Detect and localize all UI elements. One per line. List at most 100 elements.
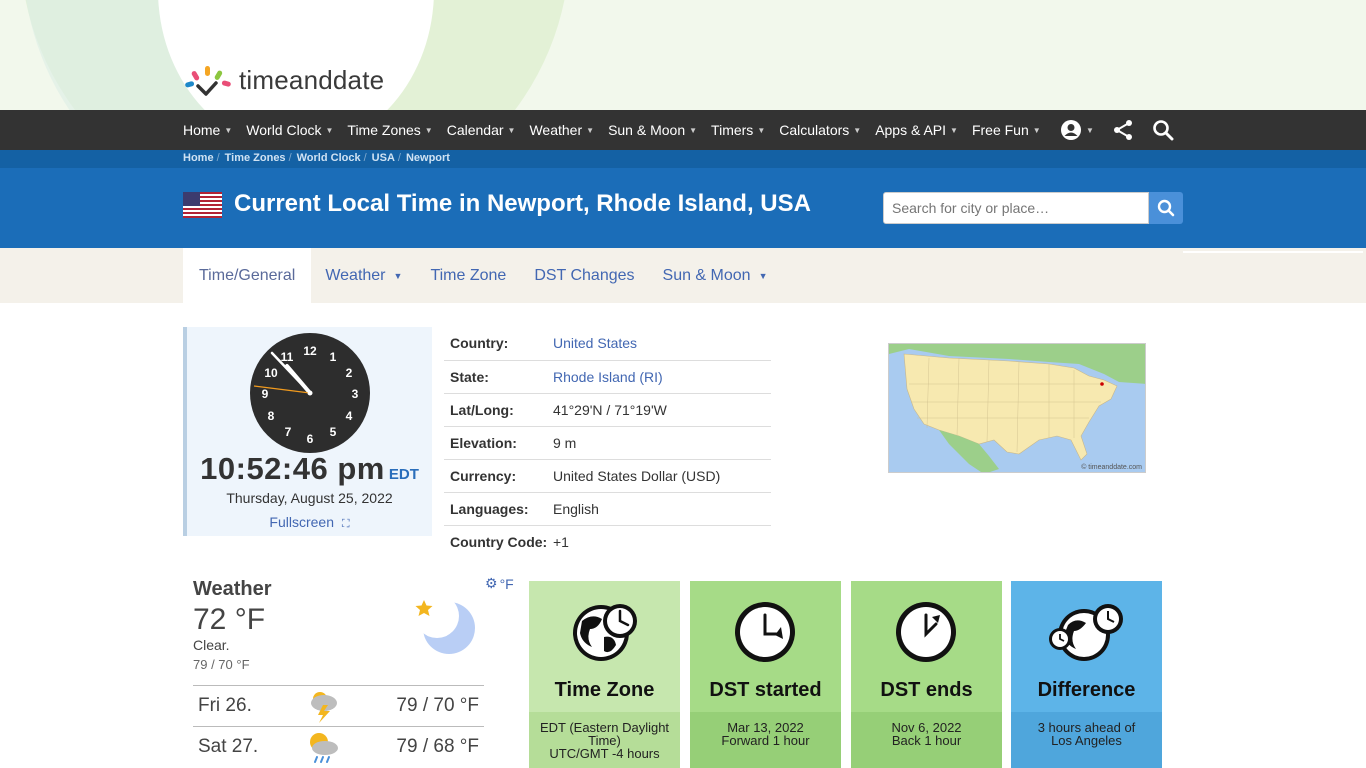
logo-text: timeanddate (239, 64, 385, 95)
breadcrumb-item-time-zones[interactable]: Time Zones / (225, 152, 297, 164)
nav-label: Calendar (446, 122, 504, 138)
table-row: Country: United States (444, 327, 771, 361)
chevron-down-icon: ▼ (393, 270, 403, 281)
sun-rain-icon (310, 733, 338, 763)
nav-item-weather[interactable]: Weather ▼ (529, 122, 594, 138)
nav-item-calculators[interactable]: Calculators ▼ (779, 122, 861, 138)
location-map[interactable]: © timeanddate.com (888, 343, 1146, 473)
tile-body: Nov 6, 2022 Back 1 hour (851, 712, 1002, 768)
tile-line: Back 1 hour (891, 733, 962, 748)
clock-numeral: 4 (346, 409, 353, 423)
info-label: Currency: (444, 459, 553, 493)
table-row: Elevation: 9 m (444, 426, 771, 460)
nav-item-apps-api[interactable]: Apps & API ▼ (875, 122, 958, 138)
forecast-temps: 79 / 70 °F (396, 695, 479, 716)
page-title: Current Local Time in Newport, Rhode Isl… (234, 190, 811, 217)
table-row: Country Code: +1 (444, 525, 771, 558)
info-value: 9 m (553, 426, 771, 460)
clock-numeral: 7 (285, 425, 292, 439)
thunderstorm-icon (311, 692, 337, 723)
nav-item-time-zones[interactable]: Time Zones ▼ (347, 122, 432, 138)
info-value: English (553, 492, 771, 526)
forecast-day: Fri 26. (198, 695, 252, 716)
search-icon[interactable] (1152, 119, 1174, 141)
tile-body: 3 hours ahead of Los Angeles (1011, 712, 1162, 768)
us-flag-icon (183, 192, 222, 218)
clock-back-icon (896, 602, 956, 662)
fullscreen-link[interactable]: Fullscreen ⛶ (187, 514, 432, 531)
tile-line: Forward 1 hour (721, 733, 810, 748)
nav-item-calendar[interactable]: Calendar ▼ (447, 122, 516, 138)
tab-weather[interactable]: Weather ▼ (311, 248, 416, 303)
info-label: Languages: (444, 492, 553, 526)
nav-label: Time Zones (347, 122, 421, 138)
nav-item-home[interactable]: Home ▼ (183, 122, 232, 138)
clock-numeral: 10 (264, 366, 278, 380)
clear-night-moon-icon (415, 594, 475, 654)
info-label: State: (444, 360, 553, 394)
tile-difference[interactable]: Difference 3 hours ahead of Los Angeles (1011, 581, 1162, 768)
high-low-temps: 79 / 70 °F (193, 657, 250, 672)
tab-dst-changes[interactable]: DST Changes (520, 248, 648, 303)
nav-label: Timers (711, 122, 754, 138)
info-value: 41°29'N / 71°19'W (553, 393, 771, 427)
breadcrumb-item-usa[interactable]: USA / (372, 152, 406, 164)
tile-body: Mar 13, 2022 Forward 1 hour (690, 712, 841, 768)
nav-item-sun-moon[interactable]: Sun & Moon ▼ (608, 122, 697, 138)
account-icon (1061, 120, 1081, 140)
fullscreen-label: Fullscreen (269, 514, 334, 530)
weather-widget: Weather ⚙ °F 72 °F Clear. 79 / 70 °F Fri … (193, 575, 514, 763)
gear-icon: ⚙ (485, 575, 498, 591)
clock-numeral: 12 (303, 344, 317, 358)
tile-dst-ends[interactable]: DST ends Nov 6, 2022 Back 1 hour (851, 581, 1002, 768)
clock-numeral: 1 (330, 350, 337, 364)
tile-title: Time Zone (554, 679, 655, 701)
account-button[interactable]: ▼ (1060, 119, 1094, 141)
tab-divider (1183, 251, 1363, 253)
share-icon[interactable] (1112, 119, 1134, 141)
nav-item-free-fun[interactable]: Free Fun ▼ (972, 122, 1041, 138)
nav-item-timers[interactable]: Timers ▼ (711, 122, 765, 138)
nav-icons: ▼ (1060, 110, 1174, 150)
tab-sun-moon[interactable]: Sun & Moon ▼ (649, 248, 782, 303)
chevron-down-icon: ▼ (507, 125, 516, 135)
location-marker (1100, 382, 1104, 386)
table-row: Currency: United States Dollar (USD) (444, 459, 771, 493)
search-input[interactable] (883, 192, 1149, 224)
current-time: 10:52:46 pm (200, 451, 385, 486)
clock-numeral: 5 (330, 425, 337, 439)
site-logo[interactable]: timeanddate (183, 64, 384, 96)
chevron-down-icon: ▼ (1032, 125, 1041, 135)
clock-forward-icon (735, 602, 795, 662)
tab-time-zone[interactable]: Time Zone (416, 248, 520, 303)
search-button[interactable] (1149, 192, 1183, 224)
breadcrumb-item-home[interactable]: Home / (183, 152, 225, 164)
forecast-list: Fri 26. 79 / 70 °F Sat 27. 79 / 68 °F (193, 685, 484, 767)
nav-label: Free Fun (971, 122, 1029, 138)
state-link[interactable]: Rhode Island (RI) (553, 369, 663, 385)
tile-time-zone[interactable]: Time Zone EDT (Eastern Daylight Time) UT… (529, 581, 680, 768)
breadcrumb-item-world-clock[interactable]: World Clock / (297, 152, 372, 164)
tab-time-general[interactable]: Time/General (183, 248, 312, 303)
clock-numeral: 8 (268, 409, 275, 423)
units-toggle[interactable]: ⚙ °F (485, 575, 514, 592)
country-link[interactable]: United States (553, 335, 637, 351)
forecast-temps: 79 / 68 °F (396, 736, 479, 757)
table-row: State: Rhode Island (RI) (444, 360, 771, 394)
clock-numeral: 11 (281, 350, 294, 364)
nav-label: Weather (529, 122, 583, 138)
nav-item-world-clock[interactable]: World Clock ▼ (246, 122, 333, 138)
tile-dst-started[interactable]: DST started Mar 13, 2022 Forward 1 hour (690, 581, 841, 768)
globe-clock-icon (573, 604, 637, 661)
search-icon (1157, 199, 1175, 217)
chevron-down-icon: ▼ (757, 125, 766, 135)
tile-title: DST started (709, 679, 822, 701)
chevron-down-icon: ▼ (224, 125, 233, 135)
info-label: Elevation: (444, 426, 553, 460)
timezone-abbr[interactable]: EDT (389, 466, 419, 483)
nav-label: Calculators (779, 122, 850, 138)
chevron-down-icon: ▼ (853, 125, 862, 135)
chevron-down-icon: ▼ (689, 125, 698, 135)
info-label: Country Code: (450, 533, 548, 550)
usa-map-image (889, 344, 1145, 472)
